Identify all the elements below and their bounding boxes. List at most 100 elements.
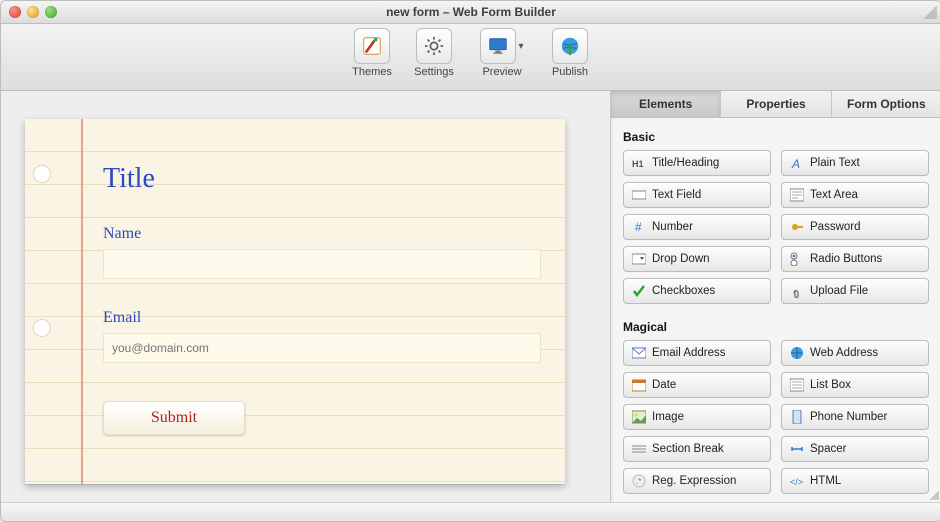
calendar-icon (632, 378, 646, 392)
element-label: List Box (810, 379, 851, 391)
element-label: Image (652, 411, 684, 423)
svg-text:A: A (791, 157, 800, 170)
chevron-down-icon[interactable]: ▾ (518, 41, 523, 52)
paper-margin-line (81, 119, 83, 484)
paperclip-icon (790, 284, 804, 298)
tab-form-options[interactable]: Form Options (832, 91, 940, 117)
main-body: Title Name Email Submit Elements Propert… (1, 91, 940, 502)
element-regex[interactable]: .* Reg. Expression (623, 468, 771, 494)
key-icon (790, 220, 804, 234)
email-input[interactable] (103, 333, 541, 363)
text-icon: A (790, 156, 804, 170)
element-dropdown[interactable]: Drop Down (623, 246, 771, 272)
gear-icon (423, 35, 445, 57)
element-date[interactable]: Date (623, 372, 771, 398)
svg-text:</>: </> (790, 477, 803, 487)
window-title: new form – Web Form Builder (1, 5, 940, 19)
titlebar: new form – Web Form Builder (1, 1, 940, 24)
element-section[interactable]: Section Break (623, 436, 771, 462)
element-label: Section Break (652, 443, 724, 455)
element-label: Phone Number (810, 411, 887, 423)
tool-label: Publish (552, 66, 588, 78)
element-label: Date (652, 379, 676, 391)
element-label: Upload File (810, 285, 868, 297)
element-text-field[interactable]: Text Field (623, 182, 771, 208)
app-window: new form – Web Form Builder Themes Sett (0, 0, 940, 522)
themes-tool[interactable]: Themes (346, 28, 398, 78)
element-spacer[interactable]: Spacer (781, 436, 929, 462)
form-canvas[interactable]: Title Name Email Submit (1, 91, 610, 502)
zoom-window-button[interactable] (45, 6, 57, 18)
element-label: Password (810, 221, 861, 233)
image-icon (632, 410, 646, 424)
section-icon (632, 442, 646, 456)
submit-button[interactable]: Submit (103, 401, 245, 435)
element-email[interactable]: Email Address (623, 340, 771, 366)
fullscreen-icon[interactable] (923, 5, 937, 19)
minimize-window-button[interactable] (27, 6, 39, 18)
element-heading[interactable]: H1 Title/Heading (623, 150, 771, 176)
field-label-name[interactable]: Name (103, 225, 545, 243)
close-window-button[interactable] (9, 6, 21, 18)
elements-panel[interactable]: Basic H1 Title/Heading A Plain Text Text Fiel… (611, 118, 940, 502)
element-label: Number (652, 221, 693, 233)
h1-icon: H1 (632, 156, 646, 170)
tool-label: Preview (482, 66, 521, 78)
resize-grip[interactable] (927, 488, 939, 500)
element-label: Title/Heading (652, 157, 719, 169)
globe-upload-icon (559, 35, 581, 57)
element-image[interactable]: Image (623, 404, 771, 430)
svg-text:.*: .* (636, 477, 641, 486)
tab-properties[interactable]: Properties (721, 91, 831, 117)
element-listbox[interactable]: List Box (781, 372, 929, 398)
textarea-icon (790, 188, 804, 202)
html-icon: </> (790, 474, 804, 488)
paper-hole (33, 165, 51, 183)
number-icon: # (632, 220, 646, 234)
main-toolbar: Themes Settings ▾ Preview (1, 24, 940, 91)
field-label-email[interactable]: Email (103, 309, 545, 327)
element-label: Spacer (810, 443, 846, 455)
tool-label: Settings (414, 66, 454, 78)
element-label: Reg. Expression (652, 475, 736, 487)
regex-icon: .* (632, 474, 646, 488)
preview-tool[interactable]: ▾ Preview (470, 28, 534, 78)
publish-tool[interactable]: Publish (544, 28, 596, 78)
group-title: Basic (623, 130, 929, 144)
svg-text:H1: H1 (632, 159, 644, 169)
themes-icon (361, 35, 383, 57)
element-web[interactable]: Web Address (781, 340, 929, 366)
element-label: Drop Down (652, 253, 710, 265)
element-label: Text Field (652, 189, 701, 201)
window-controls (9, 6, 57, 18)
phone-icon (790, 410, 804, 424)
element-label: HTML (810, 475, 841, 487)
radio-icon (790, 252, 804, 266)
element-upload[interactable]: Upload File (781, 278, 929, 304)
form-paper[interactable]: Title Name Email Submit (25, 119, 565, 484)
listbox-icon (790, 378, 804, 392)
spacer-icon (790, 442, 804, 456)
settings-tool[interactable]: Settings (408, 28, 460, 78)
element-radios[interactable]: Radio Buttons (781, 246, 929, 272)
paper-hole (33, 319, 51, 337)
monitor-icon (487, 35, 509, 57)
check-icon (632, 284, 646, 298)
element-html[interactable]: </> HTML (781, 468, 929, 494)
element-label: Radio Buttons (810, 253, 882, 265)
element-text-area[interactable]: Text Area (781, 182, 929, 208)
element-password[interactable]: Password (781, 214, 929, 240)
element-plain-text[interactable]: A Plain Text (781, 150, 929, 176)
element-label: Plain Text (810, 157, 860, 169)
element-label: Text Area (810, 189, 858, 201)
email-icon (632, 346, 646, 360)
element-number[interactable]: # Number (623, 214, 771, 240)
element-checkboxes[interactable]: Checkboxes (623, 278, 771, 304)
textfield-icon (632, 188, 646, 202)
name-input[interactable] (103, 249, 541, 279)
form-title[interactable]: Title (103, 163, 545, 195)
element-phone[interactable]: Phone Number (781, 404, 929, 430)
element-label: Email Address (652, 347, 726, 359)
tab-elements[interactable]: Elements (611, 91, 721, 117)
group-title: Magical (623, 320, 929, 334)
